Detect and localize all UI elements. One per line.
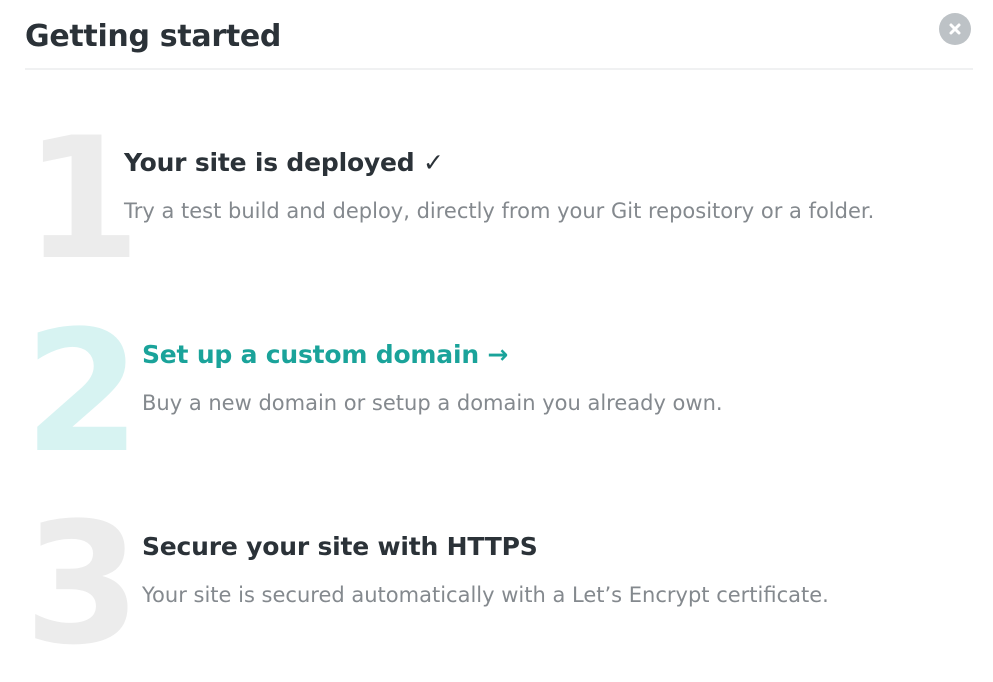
close-button[interactable]: [939, 13, 971, 45]
page-title: Getting started: [25, 19, 282, 54]
step-heading: Secure your site with HTTPS: [142, 532, 538, 561]
step-heading: Set up a custom domain →: [142, 339, 508, 371]
step-1: 1 Your site is deployed ✓ Try a test bui…: [0, 115, 993, 283]
custom-domain-link[interactable]: Set up a custom domain →: [142, 340, 508, 369]
close-icon: [949, 23, 961, 35]
step-2: 2 Set up a custom domain → Buy a new dom…: [0, 308, 993, 476]
step-description: Try a test build and deploy, directly fr…: [124, 199, 875, 223]
step-number: 2: [24, 294, 141, 490]
step-number: 3: [24, 486, 141, 682]
step-description: Buy a new domain or setup a domain you a…: [142, 391, 723, 415]
step-heading: Your site is deployed ✓: [124, 148, 444, 177]
step-description: Your site is secured automatically with …: [142, 583, 829, 607]
header-divider: [25, 68, 973, 70]
step-3: 3 Secure your site with HTTPS Your site …: [0, 500, 993, 668]
